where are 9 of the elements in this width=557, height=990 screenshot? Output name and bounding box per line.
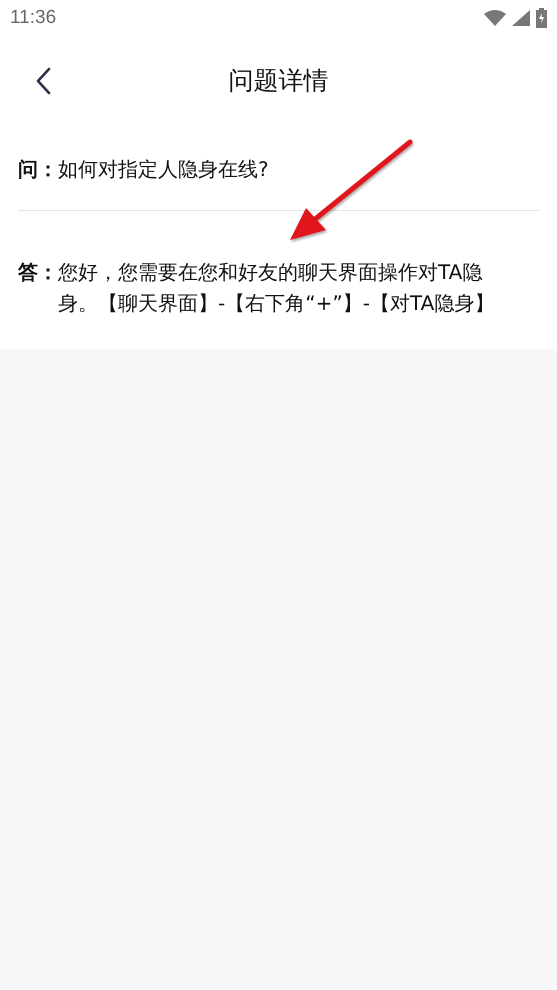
status-time: 11:36 — [10, 6, 56, 30]
wifi-icon — [484, 10, 506, 26]
answer-text: 您好，您需要在您和好友的聊天界面操作对TA隐身。【聊天界面】-【右下角“+”】-【对TA隐身】 — [58, 259, 496, 317]
question-label: 问： — [18, 156, 58, 183]
signal-icon — [512, 10, 530, 26]
question-text: 如何对指定人隐身在线? — [58, 156, 269, 183]
page-title: 问题详情 — [228, 65, 328, 98]
answer-label: 答： — [18, 259, 58, 286]
battery-icon — [536, 8, 547, 28]
